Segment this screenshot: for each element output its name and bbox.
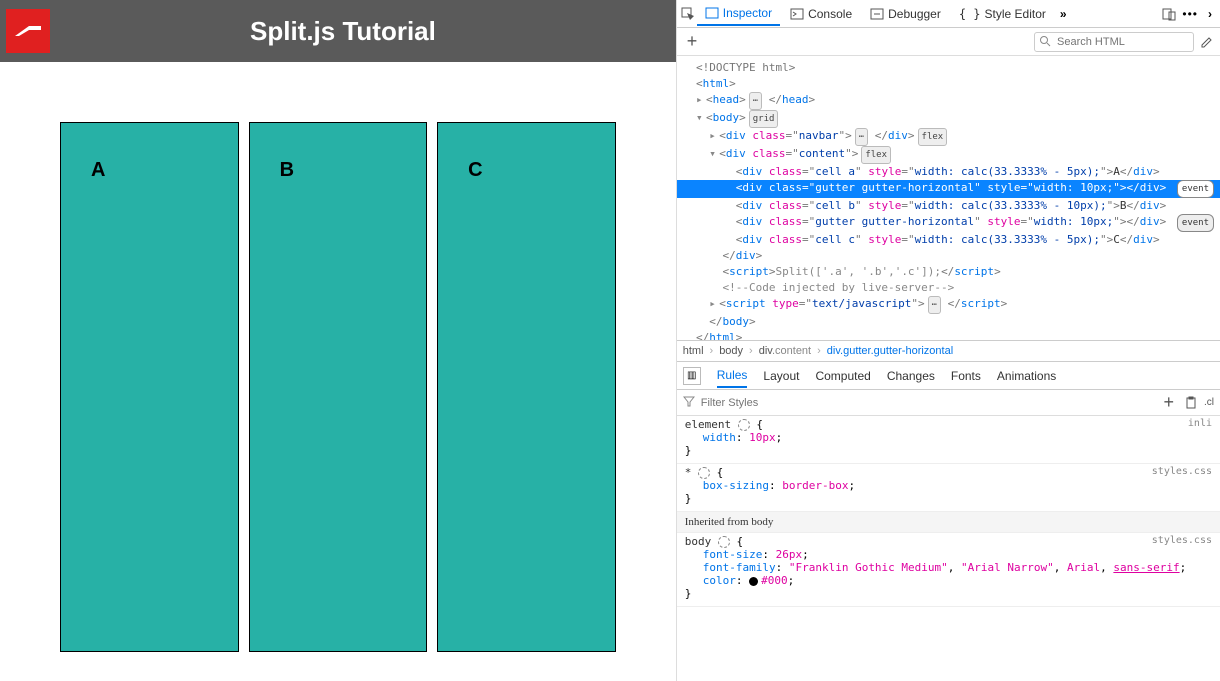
rule-source: styles.css — [1152, 466, 1212, 477]
funnel-icon — [683, 395, 695, 410]
rtab-animations[interactable]: Animations — [997, 365, 1056, 387]
crumb-current[interactable]: div.gutter.gutter-horizontal — [827, 345, 953, 357]
tab-debugger-label: Debugger — [888, 7, 941, 21]
cell-b[interactable]: B — [249, 122, 428, 652]
dom-searchbar: + — [677, 28, 1220, 56]
rtab-rules[interactable]: Rules — [717, 364, 748, 388]
clipboard-icon[interactable] — [1184, 396, 1198, 410]
rule-source: styles.css — [1152, 535, 1212, 546]
crumb-html[interactable]: html — [683, 345, 704, 357]
rule-body[interactable]: styles.css body { font-size: 26px; font-… — [677, 533, 1220, 607]
devtools-panel: Inspector Console Debugger { } Style Edi… — [676, 0, 1220, 681]
gear-icon[interactable] — [718, 536, 730, 548]
tab-style-editor[interactable]: { } Style Editor — [951, 3, 1054, 25]
color-swatch-icon[interactable] — [749, 577, 758, 586]
class-toggle-label[interactable]: .cl — [1204, 397, 1214, 408]
rtab-fonts[interactable]: Fonts — [951, 365, 981, 387]
edit-icon[interactable] — [1200, 35, 1214, 49]
rtab-changes[interactable]: Changes — [887, 365, 935, 387]
inherited-header: Inherited from body — [677, 512, 1220, 533]
logo-icon — [6, 9, 50, 53]
tab-inspector[interactable]: Inspector — [697, 2, 780, 26]
doctype-line: <!DOCTYPE html> — [696, 61, 795, 74]
add-node-icon[interactable]: + — [683, 31, 702, 52]
search-icon — [1039, 35, 1051, 50]
tab-console-label: Console — [808, 7, 852, 21]
pick-element-icon[interactable] — [681, 7, 695, 21]
rules-tabs: ▥ Rules Layout Computed Changes Fonts An… — [677, 362, 1220, 390]
kebab-icon[interactable]: ••• — [1178, 7, 1202, 21]
selected-node[interactable]: <div class="gutter gutter-horizontal" st… — [677, 180, 1220, 198]
search-html-input[interactable] — [1034, 32, 1194, 52]
page-title: Split.js Tutorial — [250, 16, 436, 47]
filter-row: + .cl — [677, 390, 1220, 416]
crumb-body[interactable]: body — [719, 345, 743, 357]
add-rule-icon[interactable]: + — [1159, 392, 1178, 413]
dom-tree[interactable]: <!DOCTYPE html> <html> ▸<head>⋯ </head> … — [677, 56, 1220, 340]
split-container: A B C — [0, 62, 676, 652]
gear-icon[interactable] — [738, 419, 750, 431]
devtools-toolbar: Inspector Console Debugger { } Style Edi… — [677, 0, 1220, 28]
breadcrumb[interactable]: html › body › div.content › div.gutter.g… — [677, 340, 1220, 362]
rule-universal[interactable]: styles.css * { box-sizing: border-box; } — [677, 464, 1220, 512]
layout-overlay-icon[interactable]: ▥ — [683, 367, 701, 385]
cell-a[interactable]: A — [60, 122, 239, 652]
navbar: Split.js Tutorial — [0, 0, 676, 62]
chevron-right-icon[interactable]: › — [1204, 7, 1216, 21]
rules-pane[interactable]: inli element { width: 10px; } styles.css… — [677, 416, 1220, 681]
rendered-page: Split.js Tutorial A B C — [0, 0, 676, 681]
tab-inspector-label: Inspector — [723, 6, 772, 20]
tab-style-editor-label: Style Editor — [985, 7, 1046, 21]
cell-c[interactable]: C — [437, 122, 616, 652]
rtab-computed[interactable]: Computed — [815, 365, 870, 387]
tab-console[interactable]: Console — [782, 3, 860, 25]
responsive-icon[interactable] — [1162, 7, 1176, 21]
gear-icon[interactable] — [698, 467, 710, 479]
rule-element[interactable]: inli element { width: 10px; } — [677, 416, 1220, 464]
filter-styles-input[interactable] — [701, 397, 1154, 409]
rule-source: inli — [1188, 418, 1212, 429]
rtab-layout[interactable]: Layout — [763, 365, 799, 387]
tab-debugger[interactable]: Debugger — [862, 3, 949, 25]
overflow-icon[interactable]: » — [1056, 7, 1071, 21]
